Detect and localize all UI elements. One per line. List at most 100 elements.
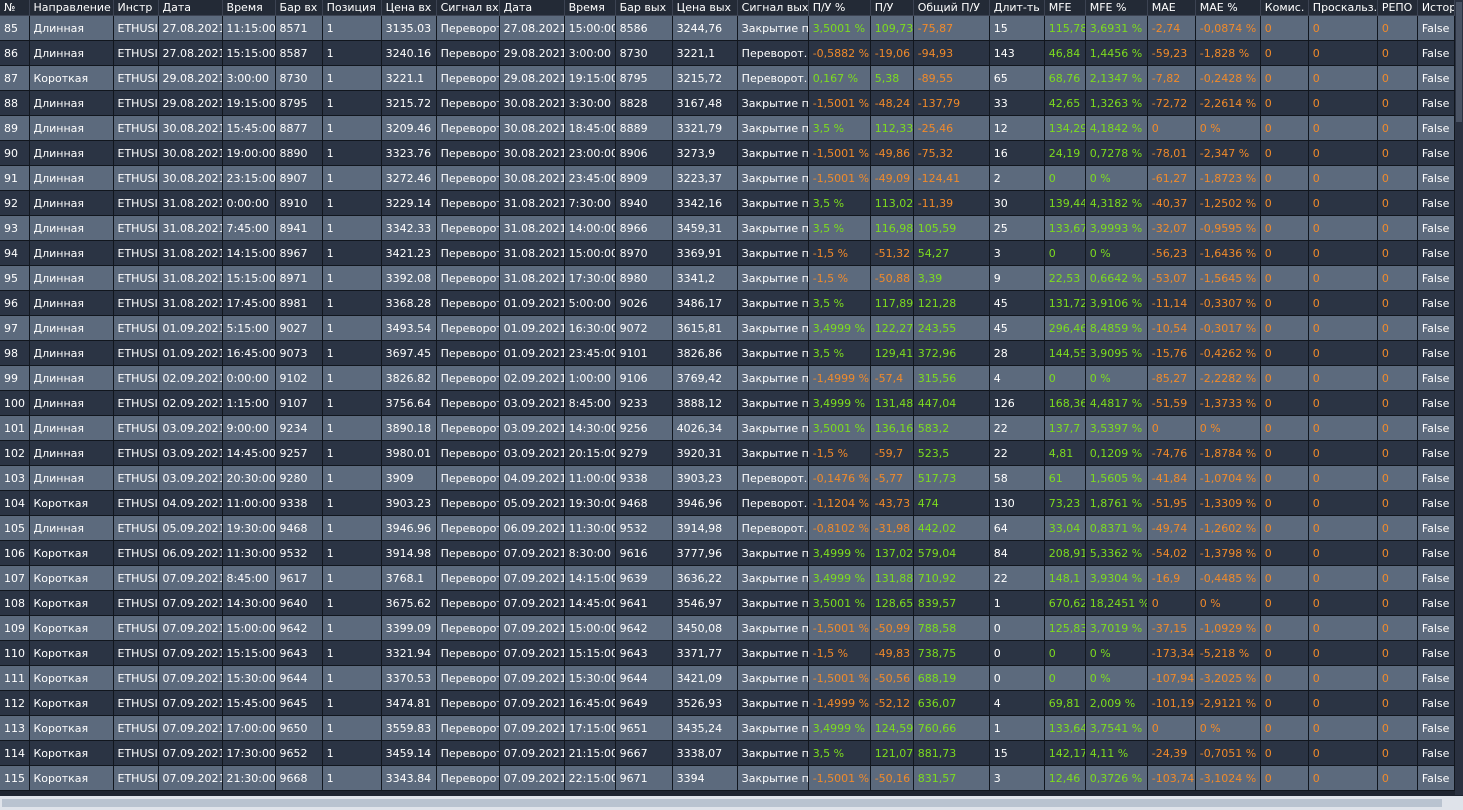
cell-exit-signal[interactable]: Закрытие п: [737, 190, 809, 216]
cell-exit-date[interactable]: 31.08.2021: [499, 215, 565, 241]
cell-instrument[interactable]: ETHUSI: [113, 365, 159, 391]
cell-mfe[interactable]: 139,44: [1044, 190, 1086, 216]
table-row[interactable]: 105 Длинная ETHUSI 05.09.2021 19:30:00 9468 1 3…: [0, 515, 1456, 541]
cell-duration[interactable]: 9: [989, 265, 1045, 291]
cell-total-pl[interactable]: 583,2: [913, 415, 990, 441]
col-header-pl-percent[interactable]: П/У %: [808, 0, 871, 16]
cell-exit-date[interactable]: 01.09.2021: [499, 290, 565, 316]
cell-exit-bar[interactable]: 9641: [615, 590, 673, 616]
table-row[interactable]: 97 Длинная ETHUSI 01.09.2021 5:15:00 9027 1 349…: [0, 315, 1456, 341]
cell-entry-signal[interactable]: Переворот: [436, 215, 500, 241]
cell-mae[interactable]: -37,15: [1147, 615, 1196, 641]
cell-entry-price[interactable]: 3209.46: [381, 115, 437, 141]
cell-position[interactable]: 1: [322, 565, 382, 591]
cell-exit-price[interactable]: 3394: [672, 765, 738, 791]
cell-exit-bar[interactable]: 9072: [615, 315, 673, 341]
col-header-commission[interactable]: Комис.: [1260, 0, 1309, 16]
cell-entry-date[interactable]: 07.09.2021: [158, 615, 223, 641]
cell-position[interactable]: 1: [322, 390, 382, 416]
cell-exit-date[interactable]: 07.09.2021: [499, 590, 565, 616]
cell-exit-price[interactable]: 3167,48: [672, 90, 738, 116]
cell-pl[interactable]: -52,12: [870, 690, 914, 716]
cell-mfe-percent[interactable]: 3,7019 %: [1085, 615, 1148, 641]
cell-position[interactable]: 1: [322, 440, 382, 466]
cell-num[interactable]: 107: [0, 565, 30, 591]
cell-mfe-percent[interactable]: 3,9106 %: [1085, 290, 1148, 316]
table-row[interactable]: 109 Короткая ETHUSI 07.09.2021 15:00:00 9642 1…: [0, 615, 1456, 641]
cell-mfe-percent[interactable]: 1,5605 %: [1085, 465, 1148, 491]
cell-entry-date[interactable]: 05.09.2021: [158, 515, 223, 541]
cell-mfe-percent[interactable]: 4,1842 %: [1085, 115, 1148, 141]
table-row[interactable]: 91 Длинная ETHUSI 30.08.2021 23:15:00 8907 1 32…: [0, 165, 1456, 191]
cell-commission[interactable]: 0: [1260, 365, 1309, 391]
cell-entry-bar[interactable]: 9640: [275, 590, 323, 616]
cell-entry-price[interactable]: 3421.23: [381, 240, 437, 266]
col-header-position[interactable]: Позиция: [322, 0, 382, 16]
cell-entry-date[interactable]: 29.08.2021: [158, 90, 223, 116]
cell-mfe[interactable]: 68,76: [1044, 65, 1086, 91]
cell-exit-price[interactable]: 3223,37: [672, 165, 738, 191]
cell-duration[interactable]: 45: [989, 290, 1045, 316]
cell-exit-signal[interactable]: Закрытие п: [737, 315, 809, 341]
cell-commission[interactable]: 0: [1260, 315, 1309, 341]
cell-mae[interactable]: -51,95: [1147, 490, 1196, 516]
cell-instrument[interactable]: ETHUSI: [113, 40, 159, 66]
cell-pl[interactable]: 129,41: [870, 340, 914, 366]
cell-repo[interactable]: 0: [1377, 90, 1418, 116]
cell-entry-price[interactable]: 3459.14: [381, 740, 437, 766]
cell-exit-signal[interactable]: Закрытие п: [737, 240, 809, 266]
cell-entry-signal[interactable]: Переворот: [436, 665, 500, 691]
cell-duration[interactable]: 45: [989, 315, 1045, 341]
cell-entry-time[interactable]: 19:30:00: [222, 515, 276, 541]
cell-direction[interactable]: Длинная: [29, 240, 114, 266]
cell-mfe[interactable]: 125,83: [1044, 615, 1086, 641]
cell-exit-price[interactable]: 3371,77: [672, 640, 738, 666]
cell-repo[interactable]: 0: [1377, 265, 1418, 291]
cell-mae-percent[interactable]: -2,2614 %: [1195, 90, 1261, 116]
cell-exit-price[interactable]: 3435,24: [672, 715, 738, 741]
cell-entry-date[interactable]: 07.09.2021: [158, 640, 223, 666]
cell-exit-date[interactable]: 30.08.2021: [499, 90, 565, 116]
cell-total-pl[interactable]: 523,5: [913, 440, 990, 466]
col-header-exit-signal[interactable]: Сигнал вых: [737, 0, 809, 16]
cell-slippage[interactable]: 0: [1308, 690, 1378, 716]
cell-pl[interactable]: -59,7: [870, 440, 914, 466]
cell-mfe-percent[interactable]: 1,3263 %: [1085, 90, 1148, 116]
cell-mae[interactable]: -59,23: [1147, 40, 1196, 66]
cell-duration[interactable]: 0: [989, 615, 1045, 641]
cell-mae[interactable]: -24,39: [1147, 740, 1196, 766]
cell-exit-date[interactable]: 29.08.2021: [499, 65, 565, 91]
cell-history[interactable]: False: [1417, 640, 1456, 666]
cell-duration[interactable]: 33: [989, 90, 1045, 116]
cell-direction[interactable]: Короткая: [29, 490, 114, 516]
cell-mfe-percent[interactable]: 1,4456 %: [1085, 40, 1148, 66]
cell-direction[interactable]: Короткая: [29, 740, 114, 766]
cell-direction[interactable]: Длинная: [29, 140, 114, 166]
cell-position[interactable]: 1: [322, 540, 382, 566]
cell-pl-percent[interactable]: -1,5001 %: [808, 165, 871, 191]
cell-slippage[interactable]: 0: [1308, 465, 1378, 491]
cell-mae-percent[interactable]: -1,3733 %: [1195, 390, 1261, 416]
cell-total-pl[interactable]: 839,57: [913, 590, 990, 616]
cell-history[interactable]: False: [1417, 215, 1456, 241]
cell-exit-date[interactable]: 07.09.2021: [499, 740, 565, 766]
cell-entry-signal[interactable]: Переворот: [436, 40, 500, 66]
cell-exit-date[interactable]: 29.08.2021: [499, 40, 565, 66]
cell-repo[interactable]: 0: [1377, 415, 1418, 441]
cell-exit-time[interactable]: 14:30:00: [564, 415, 616, 441]
cell-entry-price[interactable]: 3370.53: [381, 665, 437, 691]
cell-exit-signal[interactable]: Закрытие п: [737, 365, 809, 391]
cell-exit-price[interactable]: 3920,31: [672, 440, 738, 466]
cell-entry-bar[interactable]: 9532: [275, 540, 323, 566]
col-header-repo[interactable]: РЕПО: [1377, 0, 1418, 16]
table-row[interactable]: 101 Длинная ETHUSI 03.09.2021 9:00:00 9234 1 38…: [0, 415, 1456, 441]
table-row[interactable]: 94 Длинная ETHUSI 31.08.2021 14:15:00 8967 1 34…: [0, 240, 1456, 266]
cell-exit-signal[interactable]: Закрытие п: [737, 590, 809, 616]
cell-position[interactable]: 1: [322, 90, 382, 116]
cell-history[interactable]: False: [1417, 115, 1456, 141]
cell-mfe[interactable]: 0: [1044, 240, 1086, 266]
cell-position[interactable]: 1: [322, 265, 382, 291]
cell-pl[interactable]: 121,07: [870, 740, 914, 766]
cell-entry-date[interactable]: 31.08.2021: [158, 290, 223, 316]
cell-exit-date[interactable]: 03.09.2021: [499, 415, 565, 441]
